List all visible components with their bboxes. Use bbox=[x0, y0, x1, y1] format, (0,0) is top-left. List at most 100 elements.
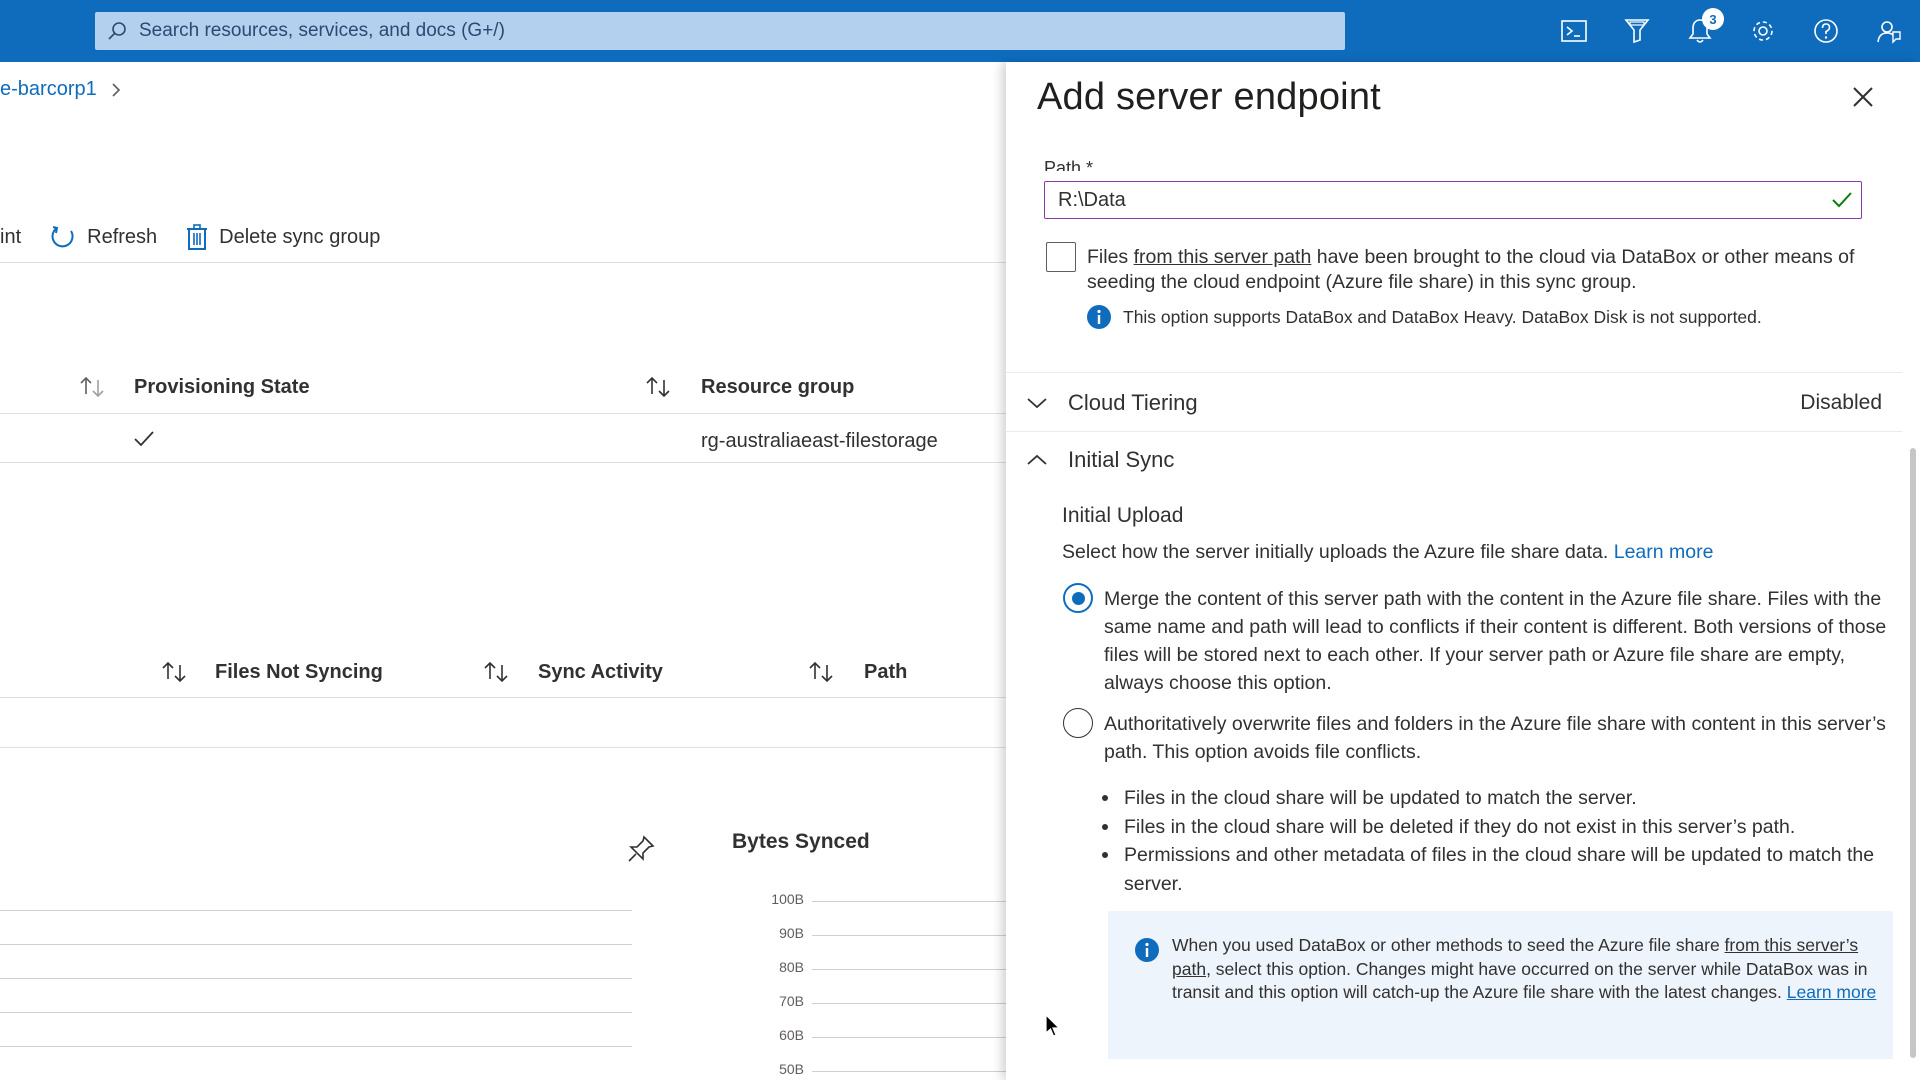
divider bbox=[0, 697, 1006, 698]
resource-group-cell: rg-australiaeast-filestorage bbox=[701, 430, 938, 452]
divider bbox=[0, 262, 1006, 263]
sort-icon[interactable] bbox=[482, 661, 510, 683]
gear-icon[interactable] bbox=[1731, 0, 1794, 62]
gridline bbox=[0, 910, 632, 911]
info-text-before: When you used DataBox or other methods t… bbox=[1172, 935, 1725, 955]
mouse-cursor-icon bbox=[1045, 1014, 1061, 1038]
top-bar: 3 bbox=[0, 0, 1920, 62]
list-item: Files in the cloud share will be updated… bbox=[1102, 784, 1894, 813]
path-input[interactable] bbox=[1058, 188, 1818, 212]
overwrite-option-text: Authoritatively overwrite files and fold… bbox=[1104, 713, 1886, 763]
seed-info-text: This option supports DataBox and DataBox… bbox=[1123, 306, 1762, 327]
gridline bbox=[812, 901, 1006, 902]
feedback-icon[interactable] bbox=[1857, 0, 1920, 62]
cloud-shell-icon[interactable] bbox=[1542, 0, 1605, 62]
pin-icon[interactable] bbox=[626, 834, 656, 864]
search-input[interactable] bbox=[139, 20, 1319, 42]
sort-icon[interactable] bbox=[807, 661, 835, 683]
column-header-resource-group[interactable]: Resource group bbox=[701, 376, 854, 399]
gridline bbox=[0, 944, 632, 945]
y-tick-label: 100B bbox=[771, 891, 804, 907]
column-header-path[interactable]: Path bbox=[864, 661, 907, 684]
trash-icon bbox=[185, 223, 209, 251]
gridline bbox=[812, 935, 1006, 936]
divider bbox=[1006, 431, 1902, 432]
list-item: Files in the cloud share will be deleted… bbox=[1102, 813, 1894, 842]
initial-sync-section-header[interactable]: Initial Sync bbox=[1026, 438, 1902, 482]
server-path-link[interactable]: from this server path bbox=[1134, 246, 1312, 268]
chart-title: Bytes Synced bbox=[732, 830, 870, 853]
delete-sync-group-label: Delete sync group bbox=[219, 225, 381, 248]
chevron-right-icon bbox=[111, 82, 121, 98]
sort-icon[interactable] bbox=[78, 376, 106, 398]
gridline bbox=[812, 969, 1006, 970]
add-server-endpoint-panel: Add server endpoint Path * Files from th… bbox=[1006, 62, 1920, 1080]
gridline bbox=[0, 978, 632, 979]
column-header-files-not-syncing[interactable]: Files Not Syncing bbox=[215, 661, 383, 684]
overwrite-info-box: When you used DataBox or other methods t… bbox=[1108, 911, 1893, 1059]
breadcrumb: e-barcorp1 bbox=[0, 78, 121, 101]
refresh-icon bbox=[49, 223, 77, 251]
info-icon bbox=[1086, 304, 1112, 330]
path-label: Path * bbox=[1044, 158, 1094, 171]
divider bbox=[0, 462, 1006, 463]
sort-icon[interactable] bbox=[644, 376, 672, 398]
initial-upload-heading: Initial Upload bbox=[1062, 504, 1184, 527]
cloud-tiering-section-header[interactable]: Cloud Tiering Disabled bbox=[1026, 381, 1902, 425]
check-icon bbox=[133, 430, 155, 448]
overwrite-info-text: When you used DataBox or other methods t… bbox=[1172, 934, 1877, 1005]
initial-upload-description-text: Select how the server initially uploads … bbox=[1062, 541, 1609, 563]
add-endpoint-button-fragment[interactable]: int bbox=[0, 226, 21, 249]
list-item: Permissions and other metadata of files … bbox=[1102, 841, 1894, 898]
y-tick-label: 60B bbox=[779, 1027, 804, 1043]
divider bbox=[0, 413, 1006, 414]
seeded-checkbox[interactable] bbox=[1046, 242, 1076, 272]
seeded-checkbox-label: Files from this server path have been br… bbox=[1087, 245, 1867, 295]
initial-upload-description: Select how the server initially uploads … bbox=[1062, 541, 1713, 564]
command-bar: int Refresh Delete sync group bbox=[0, 217, 408, 257]
gridline bbox=[812, 1071, 1006, 1072]
panel-title: Add server endpoint bbox=[1037, 76, 1381, 118]
global-search[interactable] bbox=[95, 12, 1345, 50]
seed-info: This option supports DataBox and DataBox… bbox=[1086, 304, 1762, 330]
gridline bbox=[812, 1037, 1006, 1038]
gridline bbox=[0, 1046, 632, 1047]
info-text-after: , select this option. Changes might have… bbox=[1172, 958, 1868, 1003]
chevron-up-icon bbox=[1026, 453, 1050, 467]
overwrite-radio[interactable] bbox=[1063, 708, 1093, 738]
notification-badge: 3 bbox=[1702, 8, 1724, 30]
learn-more-link[interactable]: Learn more bbox=[1787, 982, 1877, 1002]
y-tick-label: 70B bbox=[779, 993, 804, 1009]
divider bbox=[1006, 372, 1902, 373]
bell-icon[interactable]: 3 bbox=[1668, 0, 1731, 62]
close-icon[interactable] bbox=[1852, 86, 1874, 108]
refresh-button[interactable]: Refresh bbox=[49, 223, 157, 251]
search-icon bbox=[107, 21, 127, 41]
refresh-label: Refresh bbox=[87, 225, 158, 248]
y-tick-label: 90B bbox=[779, 925, 804, 941]
panel-scrollbar[interactable] bbox=[1910, 448, 1916, 1058]
top-bar-icons: 3 bbox=[1542, 0, 1920, 62]
valid-check-icon bbox=[1831, 190, 1853, 210]
info-icon bbox=[1134, 937, 1160, 963]
path-field[interactable] bbox=[1044, 181, 1862, 219]
sort-icon[interactable] bbox=[160, 661, 188, 683]
seeded-text-before: Files bbox=[1087, 246, 1134, 268]
column-header-sync-activity[interactable]: Sync Activity bbox=[538, 661, 663, 684]
delete-sync-group-button[interactable]: Delete sync group bbox=[185, 223, 380, 251]
y-tick-label: 80B bbox=[779, 959, 804, 975]
breadcrumb-link[interactable]: e-barcorp1 bbox=[0, 78, 97, 101]
cloud-tiering-status: Disabled bbox=[1800, 391, 1882, 414]
learn-more-link[interactable]: Learn more bbox=[1614, 541, 1714, 563]
help-icon[interactable] bbox=[1794, 0, 1857, 62]
directory-filter-icon[interactable] bbox=[1605, 0, 1668, 62]
gridline bbox=[0, 1012, 632, 1013]
divider bbox=[0, 747, 1006, 748]
merge-option-text: Merge the content of this server path wi… bbox=[1104, 588, 1887, 694]
initial-sync-label: Initial Sync bbox=[1068, 447, 1175, 472]
column-header-provisioning-state[interactable]: Provisioning State bbox=[134, 376, 310, 399]
y-tick-label: 50B bbox=[779, 1061, 804, 1077]
cloud-tiering-label: Cloud Tiering bbox=[1068, 390, 1198, 415]
overwrite-details-list: Files in the cloud share will be updated… bbox=[1102, 784, 1894, 898]
merge-radio[interactable] bbox=[1063, 583, 1093, 613]
